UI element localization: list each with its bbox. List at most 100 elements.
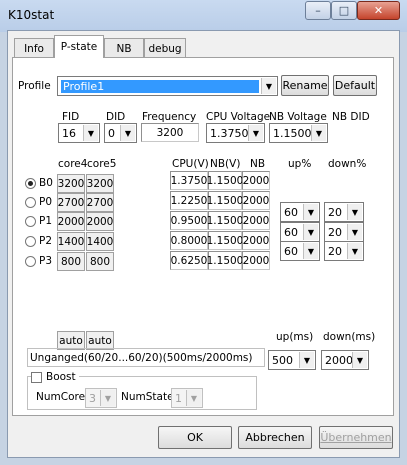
pstate-label: P2 (39, 235, 53, 247)
core4-header: core4 (58, 158, 88, 170)
pstate-radio-p0[interactable] (25, 197, 36, 208)
chevron-down-icon: ▼ (299, 352, 314, 368)
down-percent-header: down% (328, 158, 367, 170)
down-percent-select[interactable]: 20 ▼ (324, 241, 364, 261)
cpu-voltage-cell: 1.2250 (170, 191, 208, 210)
up-percent-select[interactable]: 60 ▼ (280, 222, 320, 242)
chevron-down-icon: ▼ (303, 243, 318, 259)
window-title: K10stat (8, 8, 55, 22)
frequency-value: 3200 (141, 123, 199, 142)
close-button[interactable]: ✕ (357, 1, 400, 20)
ok-button[interactable]: OK (158, 426, 232, 449)
pstate-label: P1 (39, 215, 53, 227)
nb-freq-cell: 2000 (242, 211, 270, 230)
chevron-down-icon: ▼ (248, 125, 263, 141)
core5-freq[interactable]: 1400 (86, 232, 114, 251)
nb-freq-cell: 2000 (242, 191, 270, 210)
nb-header: NB (250, 158, 266, 170)
nb-voltage-cell: 1.1500 (207, 191, 243, 210)
boost-label: Boost (46, 371, 76, 383)
tab-p-state[interactable]: P-state (54, 35, 104, 58)
nb-voltage-cell: 1.1500 (207, 251, 243, 270)
chevron-down-icon: ▼ (347, 224, 362, 240)
boost-checkbox-row[interactable]: Boost (31, 371, 79, 383)
chevron-down-icon: ▼ (347, 204, 362, 220)
maximize-button[interactable]: □ (331, 1, 357, 20)
chevron-down-icon: ▼ (120, 125, 135, 141)
cpu-voltage-cell: 0.9500 (170, 211, 208, 230)
cpu-v-header: CPU(V) (172, 158, 209, 170)
up-ms-label: up(ms) (276, 331, 314, 343)
chevron-down-icon: ▼ (186, 390, 201, 406)
nb-voltage-header: NB Voltage (269, 111, 327, 123)
core5-freq[interactable]: 2000 (86, 212, 114, 231)
core4-freq[interactable]: 3200 (57, 174, 85, 193)
chevron-down-icon: ▼ (303, 224, 318, 240)
cpu-voltage-header: CPU Voltage (206, 111, 271, 123)
pstate-radio-p1[interactable] (25, 216, 36, 227)
pstate-label: P3 (39, 255, 53, 267)
down-percent-select[interactable]: 20 ▼ (324, 202, 364, 222)
apply-button[interactable]: Übernehmen (319, 426, 393, 449)
nb-did-header: NB DID (332, 111, 370, 123)
pstate-label: B0 (39, 177, 53, 189)
frequency-header: Frequency (142, 111, 197, 123)
default-button[interactable]: Default (333, 75, 377, 96)
status-text: Unganged(60/20...60/20)(500ms/2000ms) (27, 348, 265, 367)
numcore-label: NumCore (36, 391, 86, 403)
core5-freq[interactable]: 3200 (86, 174, 114, 193)
boost-checkbox[interactable] (31, 371, 42, 383)
core5-freq[interactable]: 800 (86, 252, 114, 271)
nb-v-header: NB(V) (210, 158, 241, 170)
profile-label: Profile (18, 80, 51, 92)
pstate-label: P0 (39, 196, 53, 208)
nb-freq-cell: 2000 (242, 171, 270, 190)
numstate-select[interactable]: 1 ▼ (171, 388, 203, 408)
nb-voltage-cell: 1.1500 (207, 171, 243, 190)
cpu-voltage-cell: 0.6250 (170, 251, 208, 270)
nb-voltage-cell: 1.1500 (207, 211, 243, 230)
did-header: DID (106, 111, 126, 123)
chevron-down-icon: ▼ (100, 390, 115, 406)
down-ms-select[interactable]: 2000 ▼ (321, 350, 369, 370)
chevron-down-icon: ▼ (83, 125, 98, 141)
core4-freq[interactable]: 2700 (57, 193, 85, 212)
fid-header: FID (62, 111, 80, 123)
profile-select[interactable]: Profile1 ▼ (57, 76, 278, 96)
tab-info[interactable]: Info (14, 38, 54, 58)
chevron-down-icon: ▼ (347, 243, 362, 259)
rename-button[interactable]: Rename (281, 75, 329, 96)
pstate-radio-p3[interactable] (25, 256, 36, 267)
chevron-down-icon: ▼ (303, 204, 318, 220)
core5-header: core5 (87, 158, 117, 170)
down-ms-label: down(ms) (323, 331, 376, 343)
pstate-radio-p2[interactable] (25, 236, 36, 247)
core4-freq[interactable]: 2000 (57, 212, 85, 231)
fid-select[interactable]: 16 ▼ (58, 123, 100, 143)
nb-voltage-cell: 1.1500 (207, 231, 243, 250)
minimize-button[interactable]: – (305, 1, 331, 20)
chevron-down-icon: ▼ (352, 352, 367, 368)
core4-freq[interactable]: 800 (57, 252, 85, 271)
nb-freq-cell: 2000 (242, 251, 270, 270)
pstate-radio-b0[interactable] (25, 178, 36, 189)
chevron-down-icon: ▼ (311, 125, 326, 141)
did-select[interactable]: 0 ▼ (104, 123, 137, 143)
cpu-voltage-cell: 1.3750 (170, 171, 208, 190)
up-percent-select[interactable]: 60 ▼ (280, 241, 320, 261)
tab-debug[interactable]: debug (144, 38, 186, 58)
cancel-button[interactable]: Abbrechen (238, 426, 312, 449)
tab-nb[interactable]: NB (104, 38, 144, 58)
cpu-voltage-select[interactable]: 1.3750 ▼ (206, 123, 265, 143)
numstate-label: NumState (121, 391, 174, 403)
down-percent-select[interactable]: 20 ▼ (324, 222, 364, 242)
numcore-select[interactable]: 3 ▼ (85, 388, 117, 408)
core5-freq[interactable]: 2700 (86, 193, 114, 212)
cpu-voltage-cell: 0.8000 (170, 231, 208, 250)
nb-voltage-select[interactable]: 1.1500 ▼ (269, 123, 328, 143)
core4-freq[interactable]: 1400 (57, 232, 85, 251)
up-percent-select[interactable]: 60 ▼ (280, 202, 320, 222)
chevron-down-icon: ▼ (261, 78, 276, 94)
up-percent-header: up% (288, 158, 312, 170)
up-ms-select[interactable]: 500 ▼ (268, 350, 316, 370)
